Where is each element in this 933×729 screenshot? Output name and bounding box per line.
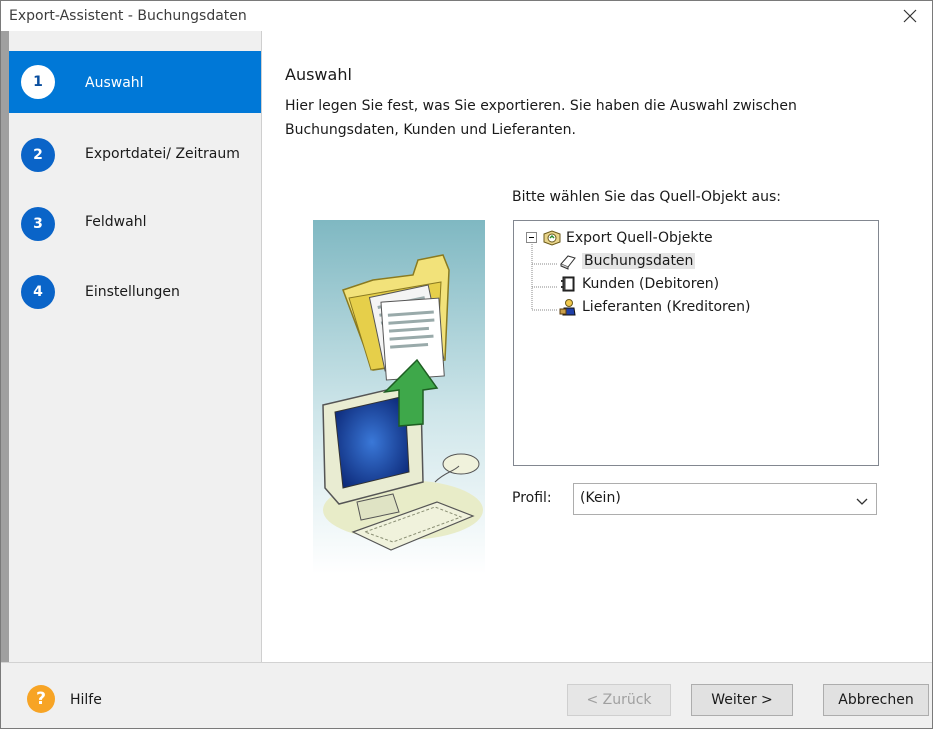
cancel-button[interactable]: Abbrechen (823, 684, 929, 716)
window-title: Export-Assistent - Buchungsdaten (9, 8, 247, 24)
page-description: Hier legen Sie fest, was Sie exportieren… (285, 98, 797, 138)
next-button[interactable]: Weiter > (691, 684, 793, 716)
chevron-down-icon[interactable] (856, 492, 868, 511)
step-number: 4 (21, 275, 55, 309)
tree-item-label: Buchungsdaten (582, 253, 696, 269)
tree-item-kunden[interactable]: Kunden (Debitoren) (558, 274, 719, 294)
step-exportdatei[interactable]: 2 Exportdatei/ Zeitraum (9, 124, 261, 186)
step-label: Feldwahl (85, 214, 147, 230)
title-bar: Export-Assistent - Buchungsdaten (1, 1, 932, 31)
export-wizard-window: Export-Assistent - Buchungsdaten 1 Auswa… (0, 0, 933, 729)
database-icon (542, 229, 562, 247)
step-number: 2 (21, 138, 55, 172)
supplier-icon (558, 298, 578, 316)
tree-item-buchungsdaten[interactable]: Buchungsdaten (558, 251, 696, 271)
card-file-icon (558, 275, 578, 293)
step-number: 1 (21, 65, 55, 99)
page-title: Auswahl (285, 65, 352, 84)
footer-bar: ? Hilfe < Zurück Weiter > Abbrechen (1, 662, 932, 728)
tree-item-lieferanten[interactable]: Lieferanten (Kreditoren) (558, 297, 750, 317)
collapse-icon[interactable] (526, 232, 538, 244)
main-panel: Auswahl Hier legen Sie fest, was Sie exp… (262, 31, 932, 662)
export-illustration (313, 220, 485, 574)
close-icon[interactable] (888, 1, 932, 31)
step-label: Einstellungen (85, 284, 180, 300)
help-icon[interactable]: ? (27, 685, 55, 713)
source-object-tree[interactable]: Export Quell-Objekte Buchungsdaten Kunde… (513, 220, 879, 466)
step-auswahl[interactable]: 1 Auswahl (9, 51, 261, 113)
tree-item-label: Lieferanten (Kreditoren) (582, 299, 751, 315)
profil-select-value: (Kein) (580, 490, 621, 506)
profil-label: Profil: (512, 490, 552, 506)
left-accent-bar (1, 31, 9, 662)
book-icon (558, 252, 578, 270)
step-feldwahl[interactable]: 3 Feldwahl (9, 194, 261, 256)
help-label[interactable]: Hilfe (70, 692, 102, 708)
tree-root-label: Export Quell-Objekte (566, 230, 713, 246)
step-number: 3 (21, 207, 55, 241)
tree-root-row[interactable]: Export Quell-Objekte (526, 228, 713, 248)
step-einstellungen[interactable]: 4 Einstellungen (9, 262, 261, 324)
back-button[interactable]: < Zurück (567, 684, 671, 716)
tree-item-label: Kunden (Debitoren) (582, 276, 720, 292)
wizard-steps-sidebar: 1 Auswahl 2 Exportdatei/ Zeitraum 3 Feld… (9, 31, 262, 662)
profil-select[interactable]: (Kein) (573, 483, 877, 515)
step-label: Exportdatei/ Zeitraum (85, 146, 240, 162)
source-prompt: Bitte wählen Sie das Quell-Objekt aus: (512, 189, 781, 205)
step-label: Auswahl (85, 75, 144, 91)
